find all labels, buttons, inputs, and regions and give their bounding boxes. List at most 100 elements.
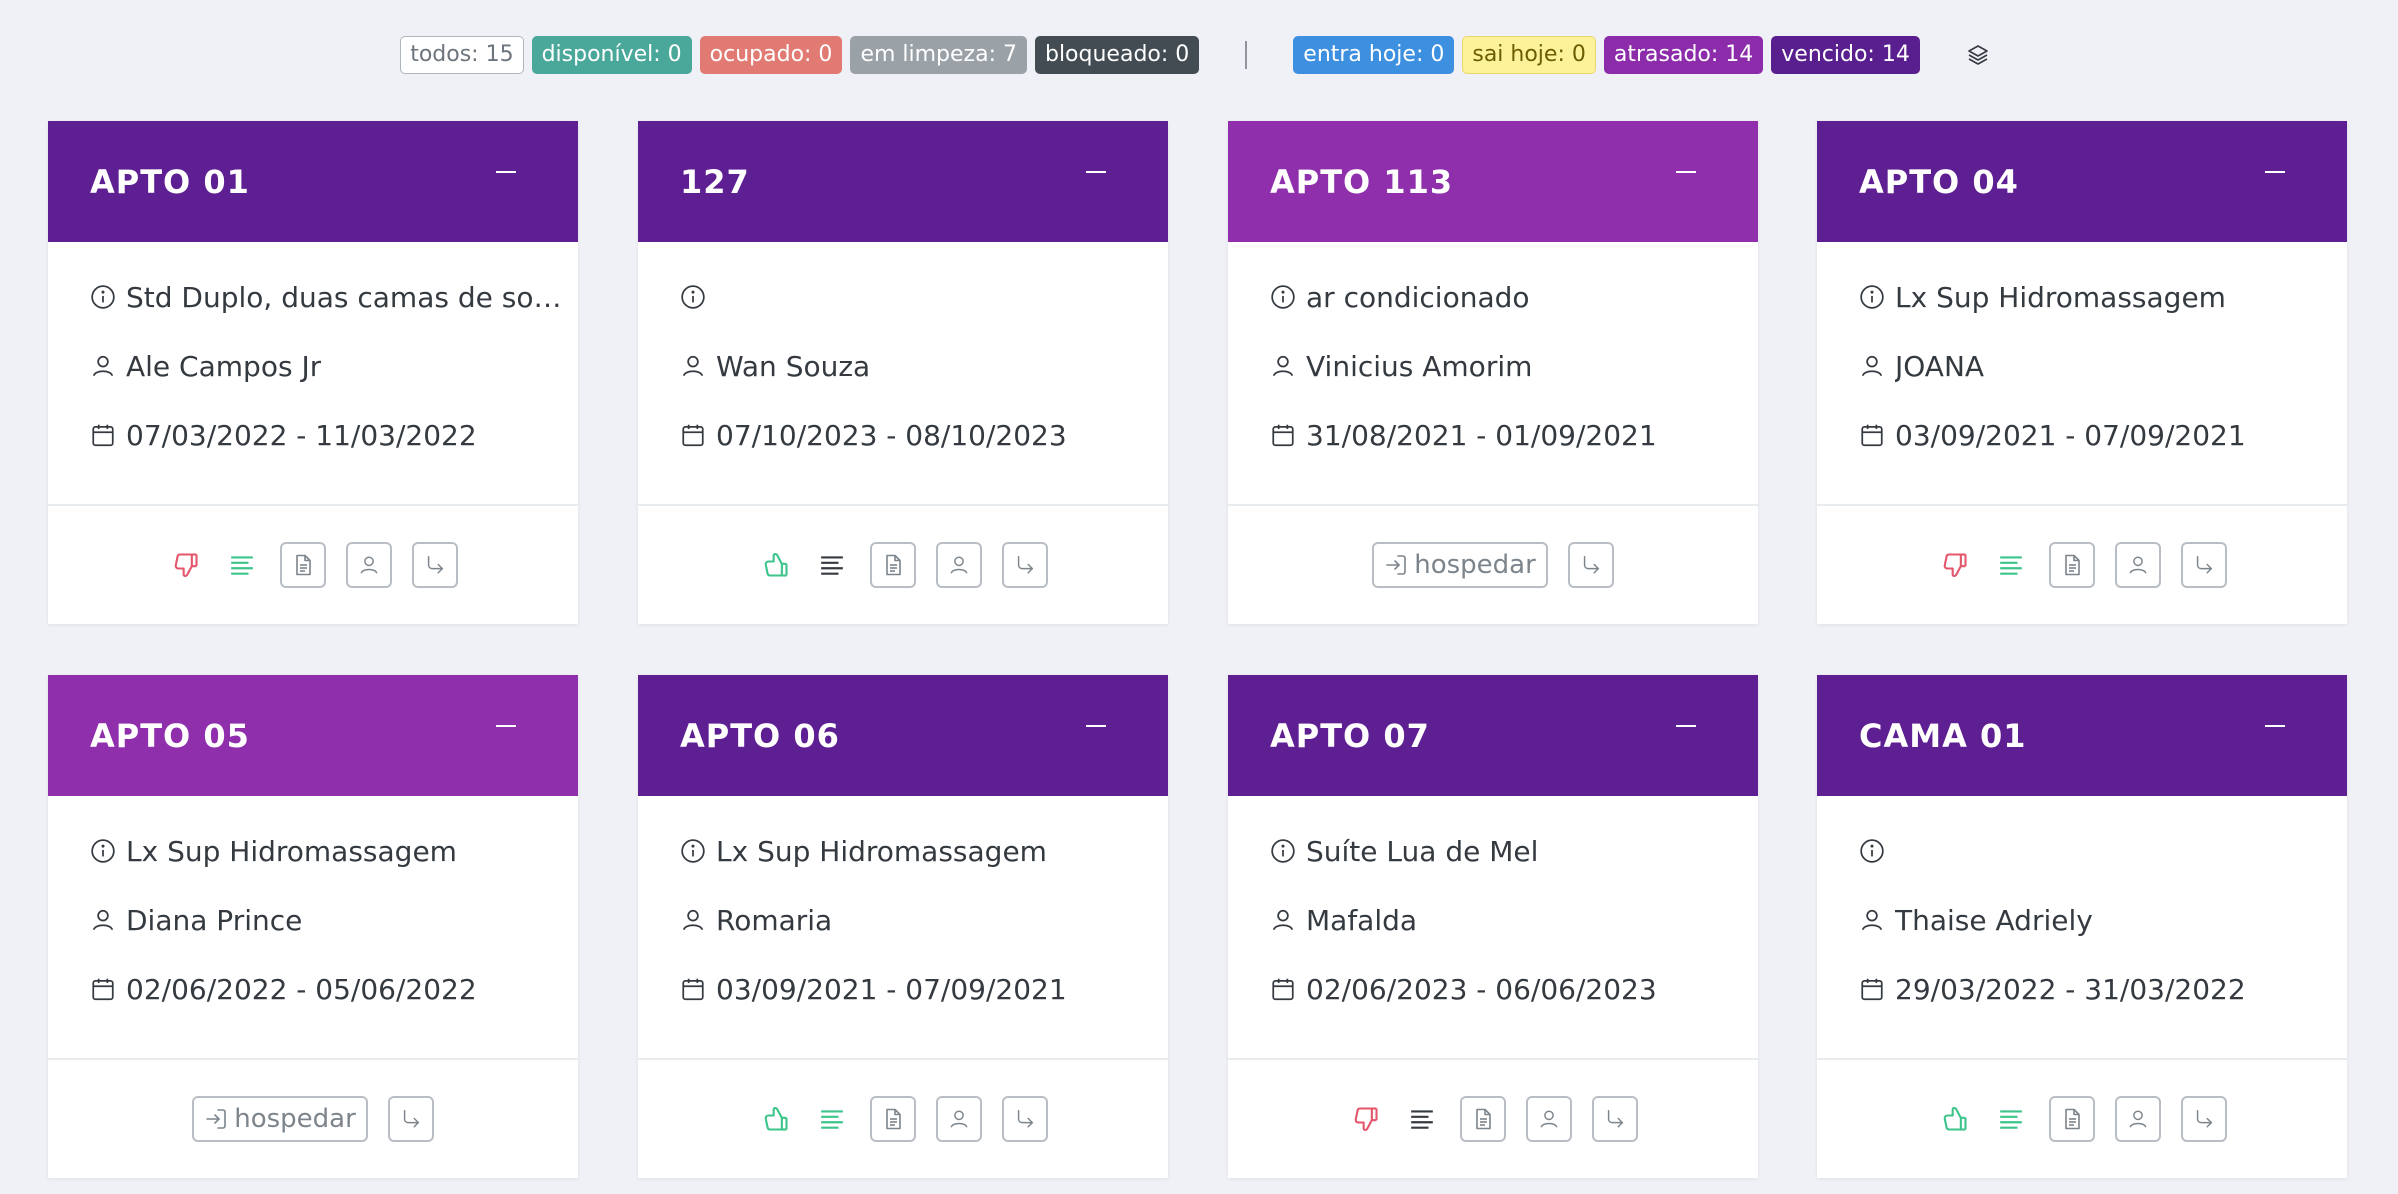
guest-button[interactable] <box>346 542 392 588</box>
checkout-button[interactable] <box>1592 1096 1638 1142</box>
collapse-icon[interactable] <box>2265 725 2285 727</box>
thumbs-up-icon[interactable] <box>758 1101 794 1137</box>
info-icon <box>1860 839 1884 863</box>
collapse-icon[interactable] <box>1086 171 1106 173</box>
guest-line: Wan Souza <box>680 349 1168 383</box>
room-card-actions <box>1817 504 2347 624</box>
guest-line: Diana Prince <box>90 903 578 937</box>
cleaning-lines-icon[interactable] <box>1993 1101 2029 1137</box>
arrow-turn-right-icon <box>1017 1110 1034 1128</box>
room-card: APTO 01 Std Duplo, duas camas de sol... … <box>48 121 578 624</box>
guest-button[interactable] <box>2115 1096 2161 1142</box>
guest-line: Mafalda <box>1270 903 1758 937</box>
document-icon <box>1476 1108 1491 1130</box>
filter-badge-bloqueado[interactable]: bloqueado: 0 <box>1034 36 1200 74</box>
document-button[interactable] <box>2049 1096 2095 1142</box>
user-icon <box>360 556 378 574</box>
collapse-icon[interactable] <box>1676 171 1696 173</box>
collapse-icon[interactable] <box>1676 725 1696 727</box>
room-title: APTO 06 <box>680 716 840 755</box>
collapse-icon[interactable] <box>496 171 516 173</box>
room-card-header: APTO 01 <box>48 121 578 242</box>
cleaning-lines-icon[interactable] <box>1404 1101 1440 1137</box>
thumbs-down-icon[interactable] <box>168 547 204 583</box>
hospedar-button[interactable]: hospedar <box>192 1096 368 1142</box>
calendar-icon <box>682 978 704 1001</box>
thumbs-down-icon[interactable] <box>1937 547 1973 583</box>
room-info-line <box>680 280 1168 314</box>
guest-name: Ale Campos Jr <box>126 349 322 383</box>
room-card-header: APTO 05 <box>48 675 578 796</box>
document-icon <box>886 554 901 576</box>
calendar-icon <box>92 978 114 1001</box>
room-card-header: APTO 113 <box>1228 121 1758 242</box>
guest-line: Ale Campos Jr <box>90 349 578 383</box>
filter-badge-ocupado[interactable]: ocupado: 0 <box>699 36 843 74</box>
room-card-body: Thaise Adriely 29/03/2022 - 31/03/2022 <box>1817 796 2347 1058</box>
room-card-actions <box>1817 1058 2347 1178</box>
checkout-button[interactable] <box>1002 1096 1048 1142</box>
stay-dates: 31/08/2021 - 01/09/2021 <box>1306 418 1657 452</box>
user-icon <box>1861 355 1883 377</box>
filter-badge-vencido[interactable]: vencido: 14 <box>1771 36 1920 74</box>
document-button[interactable] <box>870 1096 916 1142</box>
user-icon <box>682 909 704 931</box>
guest-button[interactable] <box>2115 542 2161 588</box>
document-button[interactable] <box>870 542 916 588</box>
user-icon <box>2129 1110 2147 1128</box>
user-icon <box>1272 355 1294 377</box>
room-card: APTO 04 Lx Sup Hidromassagem JOANA 03/09… <box>1817 121 2347 624</box>
filter-badge-todos[interactable]: todos: 15 <box>400 36 524 74</box>
checkout-button[interactable] <box>2181 542 2227 588</box>
stay-dates: 02/06/2023 - 06/06/2023 <box>1306 972 1657 1006</box>
filter-badge-sai-hoje[interactable]: sai hoje: 0 <box>1462 36 1596 74</box>
checkout-button[interactable] <box>2181 1096 2227 1142</box>
guest-name: Diana Prince <box>126 903 303 937</box>
thumbs-down-icon[interactable] <box>1348 1101 1384 1137</box>
cleaning-lines-icon[interactable] <box>224 547 260 583</box>
room-card: CAMA 01 Thaise Adriely 29/03/2022 - 31/0… <box>1817 675 2347 1178</box>
document-button[interactable] <box>280 542 326 588</box>
filter-badge-em-limpeza[interactable]: em limpeza: 7 <box>850 36 1027 74</box>
filter-badge-disponivel[interactable]: disponível: 0 <box>531 36 692 74</box>
checkout-button[interactable] <box>1567 542 1614 588</box>
dates-line: 02/06/2023 - 06/06/2023 <box>1270 972 1758 1006</box>
hospedar-button[interactable]: hospedar <box>1372 542 1548 588</box>
guest-name: Vinicius Amorim <box>1306 349 1533 383</box>
collapse-icon[interactable] <box>1086 725 1106 727</box>
cleaning-lines-icon[interactable] <box>814 1101 850 1137</box>
info-icon <box>1860 285 1884 309</box>
room-title: APTO 05 <box>90 716 250 755</box>
calendar-icon <box>1861 978 1883 1001</box>
collapse-icon[interactable] <box>496 725 516 727</box>
document-button[interactable] <box>2049 542 2095 588</box>
checkout-button[interactable] <box>1002 542 1048 588</box>
user-icon <box>950 1110 968 1128</box>
document-button[interactable] <box>1460 1096 1506 1142</box>
stay-dates: 07/10/2023 - 08/10/2023 <box>716 418 1067 452</box>
room-card-actions <box>638 1058 1168 1178</box>
guest-button[interactable] <box>1526 1096 1572 1142</box>
filter-badge-atrasado[interactable]: atrasado: 14 <box>1603 36 1764 74</box>
collapse-icon[interactable] <box>2265 171 2285 173</box>
guest-button[interactable] <box>936 1096 982 1142</box>
cleaning-lines-icon[interactable] <box>814 547 850 583</box>
room-card-header: APTO 04 <box>1817 121 2347 242</box>
arrow-turn-right-icon <box>1607 1110 1624 1128</box>
room-card-actions <box>48 504 578 624</box>
dates-line: 29/03/2022 - 31/03/2022 <box>1859 972 2347 1006</box>
thumbs-up-icon[interactable] <box>1937 1101 1973 1137</box>
dates-line: 03/09/2021 - 07/09/2021 <box>680 972 1168 1006</box>
room-info-line <box>1859 834 2347 868</box>
filter-badge-entra-hoje[interactable]: entra hoje: 0 <box>1293 36 1455 74</box>
info-icon <box>1271 839 1295 863</box>
guest-button[interactable] <box>936 542 982 588</box>
layers-icon[interactable] <box>1958 36 1998 74</box>
arrow-turn-right-icon <box>403 1110 419 1128</box>
checkout-button[interactable] <box>387 1096 434 1142</box>
cleaning-lines-icon[interactable] <box>1993 547 2029 583</box>
room-card: APTO 06 Lx Sup Hidromassagem Romaria 03/… <box>638 675 1168 1178</box>
calendar-icon <box>1861 424 1883 447</box>
thumbs-up-icon[interactable] <box>758 547 794 583</box>
checkout-button[interactable] <box>412 542 458 588</box>
